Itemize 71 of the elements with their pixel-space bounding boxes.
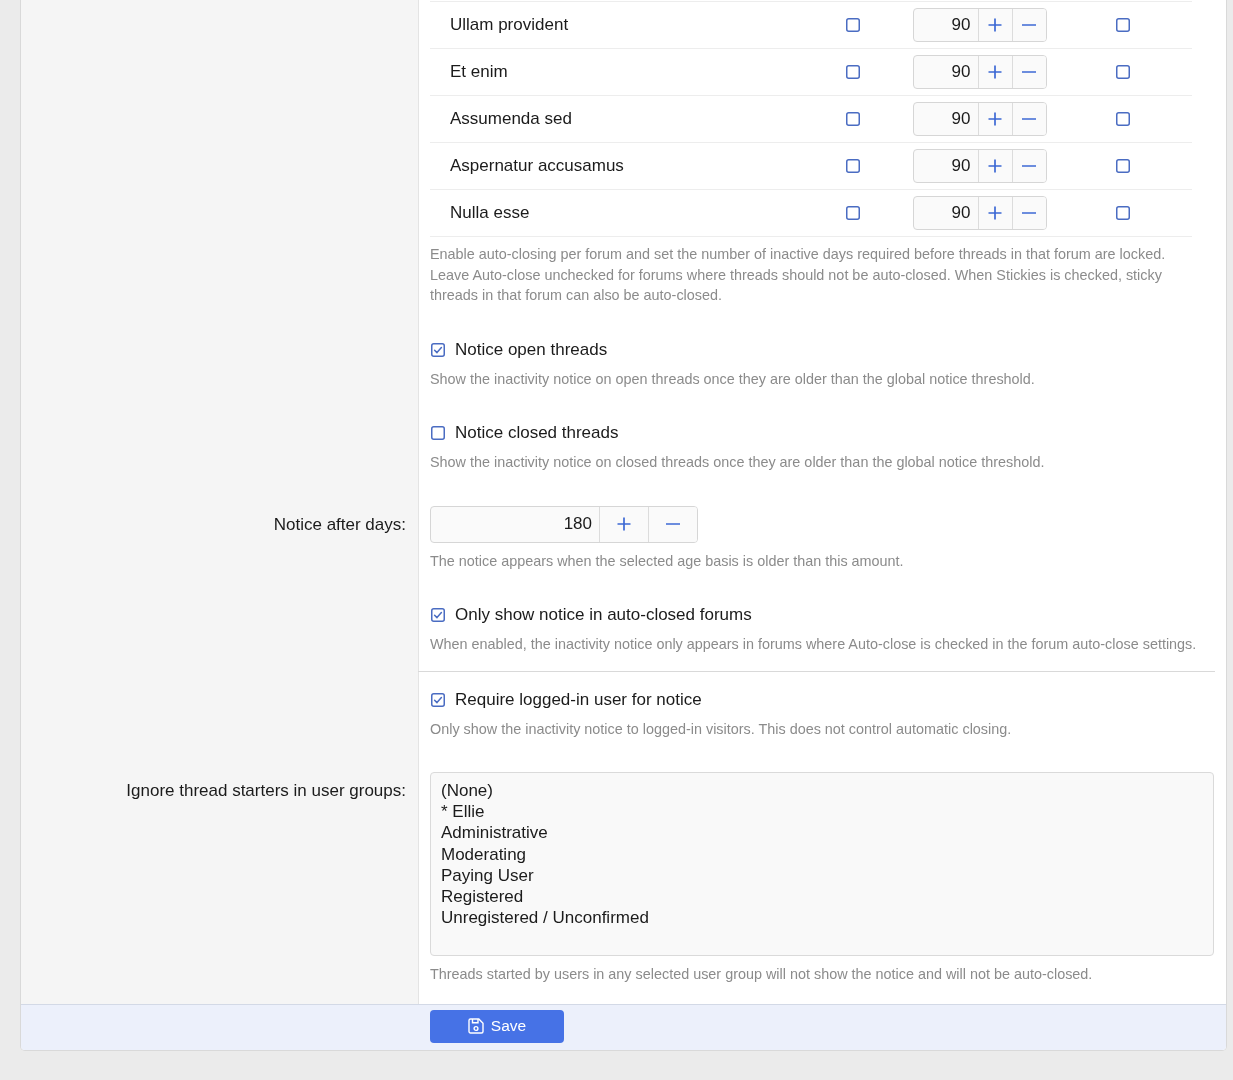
checkbox[interactable]	[846, 159, 860, 173]
forum-name: Aspernatur accusamus	[449, 156, 625, 176]
checkbox[interactable]	[431, 426, 445, 440]
minus-icon	[1022, 118, 1036, 120]
option-label[interactable]: Only show notice in auto-closed forums	[455, 604, 752, 626]
minus-icon	[1022, 165, 1036, 167]
number-input[interactable]: 90	[913, 150, 978, 182]
minus-icon	[1022, 71, 1036, 73]
plus-icon	[988, 159, 1002, 173]
number-spinner[interactable]: 180	[430, 505, 698, 543]
help-text: When enabled, the inactivity notice only appears in forums where Auto-close is checked in the forum auto-close settings.	[430, 635, 1198, 654]
decrement-button[interactable]	[1011, 9, 1046, 41]
forum-name: Nulla esse	[449, 203, 531, 223]
option-label[interactable]: Notice closed threads	[455, 422, 619, 444]
number-spinner[interactable]: 90	[912, 196, 1047, 230]
checkbox[interactable]	[431, 608, 445, 622]
decrement-button[interactable]	[1011, 56, 1046, 88]
forum-name: Assumenda sed	[449, 109, 573, 129]
minus-icon	[1022, 24, 1036, 26]
listbox-option[interactable]: Administrative	[440, 822, 549, 844]
checkbox[interactable]	[1115, 18, 1130, 32]
number-spinner[interactable]: 90	[912, 102, 1047, 136]
number-spinner[interactable]: 90	[912, 149, 1047, 183]
checkbox[interactable]	[1115, 206, 1130, 220]
checkbox[interactable]	[431, 692, 445, 707]
checkbox[interactable]	[846, 65, 860, 79]
user-group-listbox[interactable]: (None) * Ellie Administrative Moderating Paying User Registered Unregistered / Unconfirmed	[430, 772, 1214, 956]
checkbox[interactable]	[1115, 112, 1130, 126]
plus-icon	[617, 517, 631, 531]
help-text: Show the inactivity notice on closed threads once they are older than the global notice threshold.	[430, 453, 1046, 472]
number-input[interactable]: 90	[913, 197, 978, 229]
listbox-option[interactable]: (None)	[440, 780, 494, 802]
checkbox[interactable]	[431, 342, 445, 357]
minus-icon	[666, 523, 680, 525]
number-input[interactable]: 180	[431, 506, 599, 542]
number-input[interactable]: 90	[913, 9, 978, 41]
plus-icon	[988, 206, 1002, 220]
checkbox[interactable]	[1115, 159, 1130, 173]
plus-icon	[988, 65, 1002, 79]
checkbox[interactable]	[846, 112, 860, 126]
save-icon	[467, 1018, 484, 1034]
help-text: Enable auto-closing per forum and set the number of inactive days required before threads in that forum are locked. Leave Auto-close unchecked for forums where threads should not be auto-closed. When Stickies is checked, sticky threads in that forum can also be auto-closed.	[430, 245, 1167, 305]
decrement-button[interactable]	[1011, 150, 1046, 182]
plus-icon	[988, 112, 1002, 126]
checkbox[interactable]	[846, 206, 860, 220]
plus-icon	[988, 18, 1002, 32]
checkbox[interactable]	[1115, 65, 1130, 79]
help-text: Show the inactivity notice on open threads once they are older than the global notice threshold.	[430, 369, 1036, 389]
field-label: Notice after days:	[273, 514, 406, 534]
save-button[interactable]: Save	[430, 1009, 564, 1043]
help-text: Threads started by users in any selected user group will not show the notice and will not be auto-closed.	[430, 965, 1094, 984]
number-spinner[interactable]: 90	[912, 8, 1047, 42]
decrement-button[interactable]	[1011, 103, 1046, 135]
listbox-option[interactable]: Registered	[440, 886, 525, 908]
listbox-option[interactable]: Unregistered / Unconfirmed	[440, 907, 650, 929]
listbox-option[interactable]: Moderating	[440, 843, 528, 865]
forum-name: Et enim	[449, 62, 509, 82]
field-label: Ignore thread starters in user groups:	[126, 781, 406, 800]
option-label[interactable]: Notice open threads	[455, 338, 608, 361]
help-text: The notice appears when the selected age basis is older than this amount.	[430, 551, 905, 571]
listbox-option[interactable]: Paying User	[440, 864, 535, 886]
forum-name: Ullam provident	[449, 15, 570, 35]
number-spinner[interactable]: 90	[912, 55, 1047, 89]
number-input[interactable]: 90	[913, 56, 978, 88]
help-text: Only show the inactivity notice to logged-in visitors. This does not control automatic closing.	[430, 719, 1013, 739]
option-label[interactable]: Require logged-in user for notice	[455, 688, 702, 711]
minus-icon	[1022, 212, 1036, 214]
listbox-option[interactable]: * Ellie	[440, 801, 486, 823]
number-input[interactable]: 90	[913, 103, 978, 135]
decrement-button[interactable]	[1011, 197, 1046, 229]
checkbox[interactable]	[846, 18, 860, 32]
